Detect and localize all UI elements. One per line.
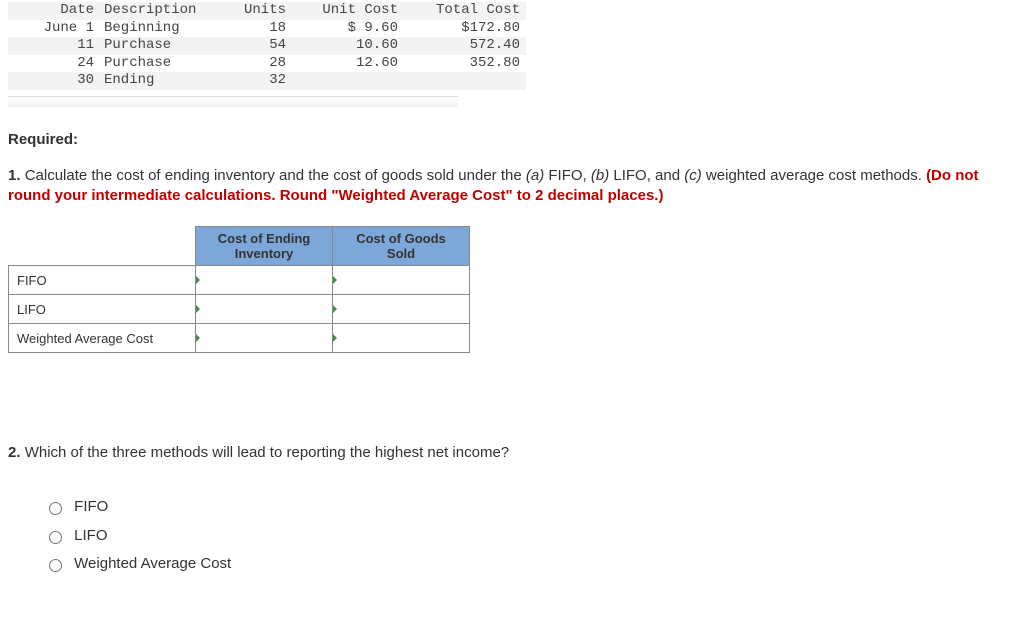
option-label-lifo: LIFO [74,527,107,544]
col-header-cogs: Cost of Goods Sold [333,227,470,266]
rowlabel-fifo: FIFO [9,266,196,295]
option-label-wac: Weighted Average Cost [74,555,231,572]
th-date: Date [8,2,100,20]
table-row: June 1 Beginning 18 $ 9.60 $172.80 [8,20,526,38]
radio-lifo[interactable] [49,531,62,544]
q2-options: FIFO LIFO Weighted Average Cost [44,493,1016,579]
question-2: 2. Which of the three methods will lead … [8,443,1008,463]
th-units: Units [220,2,292,20]
input-lifo-ending[interactable] [196,295,333,324]
input-lifo-cogs[interactable] [333,295,470,324]
th-unit-cost: Unit Cost [292,2,404,20]
radio-fifo[interactable] [49,502,62,515]
answer-grid-corner [9,227,196,266]
input-wac-cogs[interactable] [333,324,470,353]
required-heading: Required: [8,131,1016,148]
rowlabel-lifo: LIFO [9,295,196,324]
q1-number: 1. [8,167,21,184]
table-row: 30 Ending 32 [8,72,526,90]
table-row: 11 Purchase 54 10.60 572.40 [8,37,526,55]
table-row: 24 Purchase 28 12.60 352.80 [8,55,526,73]
q2-number: 2. [8,444,21,461]
table-scroll-track[interactable] [8,96,458,107]
question-1: 1. Calculate the cost of ending inventor… [8,166,1008,207]
th-desc: Description [100,2,220,20]
inventory-data-table: Date Description Units Unit Cost Total C… [8,2,526,90]
input-fifo-ending[interactable] [196,266,333,295]
rowlabel-wac: Weighted Average Cost [9,324,196,353]
answer-grid: Cost of Ending Inventory Cost of Goods S… [8,226,470,353]
input-wac-ending[interactable] [196,324,333,353]
option-label-fifo: FIFO [74,498,108,515]
th-total-cost: Total Cost [404,2,526,20]
radio-wac[interactable] [49,559,62,572]
col-header-ending-inventory: Cost of Ending Inventory [196,227,333,266]
input-fifo-cogs[interactable] [333,266,470,295]
